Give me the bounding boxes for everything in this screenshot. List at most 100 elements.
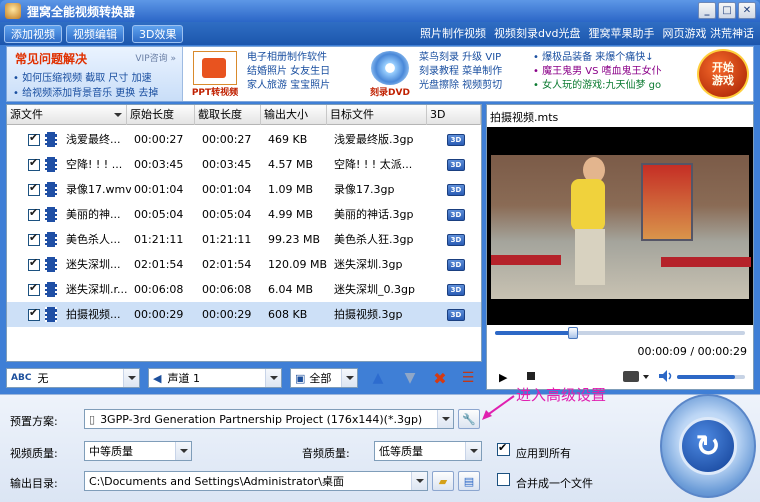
table-row[interactable]: 迷失深圳.r... 00:06:08 00:06:08 6.04 MB 迷失深圳… [7, 277, 481, 302]
stop-icon[interactable] [527, 372, 535, 380]
row-checkbox[interactable] [28, 306, 40, 321]
table-row-selected[interactable]: 拍摄视频... 00:00:29 00:00:29 608 KB 拍摄视频.3g… [7, 302, 481, 327]
chevron-down-icon[interactable] [643, 375, 649, 379]
link-dvd-burn[interactable]: 视频刻录dvd光盘 [494, 25, 580, 41]
faq-link-compress[interactable]: • 如何压缩视频 截取 尺寸 加速 [13, 69, 152, 84]
move-down-icon[interactable]: ▼ [400, 368, 420, 388]
maximize-button[interactable]: □ [718, 2, 736, 19]
seek-thumb[interactable] [567, 327, 578, 339]
target-file[interactable]: 迷失深圳.3gp [331, 252, 431, 277]
seek-bar[interactable] [495, 327, 745, 339]
link-photo-video[interactable]: 照片制作视频 [420, 25, 486, 41]
col-header-output-size[interactable]: 输出大小 [261, 105, 327, 125]
video-screen[interactable] [487, 127, 753, 325]
apply-all-checkbox[interactable] [497, 441, 510, 456]
minimize-button[interactable]: _ [698, 2, 716, 19]
list-controls: ABC 无 ◀ 声道 1 ▣ 全部 ▲ ▼ ✖ ☰ [6, 366, 482, 390]
link-web-game[interactable]: 网页游戏 洪荒神话 [663, 25, 755, 41]
table-row[interactable]: 空降! ! ! ... 00:03:45 00:03:45 4.57 MB 空降… [7, 152, 481, 177]
game-link[interactable]: • 爆极品装备 来爆个痛快↓ [533, 51, 662, 65]
browse-folder-button[interactable]: ▰ [432, 471, 454, 491]
table-row[interactable]: 迷失深圳... 02:01:54 02:01:54 120.09 MB 迷失深圳… [7, 252, 481, 277]
file-list: 源文件 原始长度 截取长度 输出大小 目标文件 3D 浅爱最终... 00:00… [6, 104, 482, 362]
filter-select[interactable]: ▣ 全部 [290, 368, 358, 388]
output-size: 4.99 MB [268, 208, 314, 221]
table-row[interactable]: 录像17.wmv 00:01:04 00:01:04 1.09 MB 录像17.… [7, 177, 481, 202]
output-dir-field[interactable]: C:\Documents and Settings\Administrator\… [84, 471, 428, 491]
volume-icon[interactable] [659, 370, 673, 382]
edit-video-button[interactable]: 视频编辑 [66, 24, 124, 43]
target-file[interactable]: 美色杀人狂.3gp [331, 227, 431, 252]
col-header-source[interactable]: 源文件 [7, 105, 127, 125]
audio-track-select[interactable]: ◀ 声道 1 [148, 368, 282, 388]
target-file[interactable]: 美丽的神话.3gp [331, 202, 431, 227]
col-header-original-length[interactable]: 原始长度 [127, 105, 195, 125]
col-header-cut-length[interactable]: 截取长度 [195, 105, 261, 125]
open-folder-button[interactable]: ▤ [458, 471, 480, 491]
3d-icon[interactable]: 3D [447, 283, 465, 296]
3d-icon[interactable]: 3D [447, 233, 465, 246]
album-link[interactable]: 家人旅游 宝宝照片 [247, 79, 330, 93]
convert-button[interactable]: ↻ [660, 394, 756, 498]
sort-arrow-icon [114, 113, 122, 117]
album-link[interactable]: 电子相册制作软件 [247, 51, 330, 65]
3d-icon[interactable]: 3D [447, 208, 465, 221]
time-readout: 00:00:09 / 00:00:29 [637, 345, 747, 358]
snapshot-camera-icon[interactable] [623, 371, 639, 382]
vip-consult-link[interactable]: VIP咨询 » [135, 51, 176, 64]
audio-quality-select[interactable]: 低等质量 [374, 441, 482, 461]
delete-icon[interactable]: ✖ [430, 368, 450, 388]
subtitle-select[interactable]: ABC 无 [6, 368, 140, 388]
close-button[interactable]: ✕ [738, 2, 756, 19]
col-header-3d[interactable]: 3D [427, 105, 481, 125]
row-checkbox[interactable] [28, 156, 40, 171]
advanced-settings-button[interactable]: 🔧 [458, 409, 480, 429]
chevron-down-icon [341, 369, 357, 387]
preset-select[interactable]: ▯ 3GPP-3rd Generation Partnership Projec… [84, 409, 454, 429]
3d-icon[interactable]: 3D [447, 258, 465, 271]
start-game-button[interactable]: 开始 游戏 [697, 49, 749, 99]
col-header-target-file[interactable]: 目标文件 [327, 105, 427, 125]
game-link[interactable]: • 魔王鬼男 VS 嗜血鬼王女仆 [533, 65, 662, 79]
volume-slider[interactable] [677, 375, 745, 379]
burn-dvd-ad[interactable]: 刻录DVD [363, 49, 417, 99]
person-legs-shape [575, 229, 605, 285]
link-apple-helper[interactable]: 狸窝苹果助手 [589, 25, 655, 41]
target-file[interactable]: 录像17.3gp [331, 177, 431, 202]
burn-link[interactable]: 菜鸟刻录 升级 VIP [419, 51, 502, 65]
album-link[interactable]: 结婚照片 女友生日 [247, 65, 330, 79]
row-checkbox[interactable] [28, 231, 40, 246]
3d-effect-button[interactable]: 3D效果 [132, 24, 184, 43]
burn-link[interactable]: 刻录教程 菜单制作 [419, 65, 502, 79]
row-checkbox[interactable] [28, 256, 40, 271]
3d-icon[interactable]: 3D [447, 133, 465, 146]
faq-link-music[interactable]: • 给视频添加背景音乐 更换 去掉 [13, 84, 158, 99]
merge-checkbox[interactable] [497, 473, 510, 486]
annotation-arrow-icon [482, 395, 515, 420]
video-quality-select[interactable]: 中等质量 [84, 441, 192, 461]
game-link[interactable]: • 女人玩的游戏:九天仙梦 go [533, 79, 662, 93]
table-row[interactable]: 美色杀人... 01:21:11 01:21:11 99.23 MB 美色杀人狂… [7, 227, 481, 252]
row-checkbox[interactable] [28, 206, 40, 221]
target-file[interactable]: 空降! ! ! 太派... [331, 152, 431, 177]
target-file[interactable]: 迷失深圳_0.3gp [331, 277, 431, 302]
target-file[interactable]: 浅爱最终版.3gp [331, 127, 431, 152]
row-checkbox[interactable] [28, 181, 40, 196]
burn-link[interactable]: 光盘擦除 视频剪切 [419, 79, 502, 93]
3d-icon[interactable]: 3D [447, 158, 465, 171]
row-checkbox[interactable] [28, 281, 40, 296]
table-row[interactable]: 美丽的神... 00:05:04 00:05:04 4.99 MB 美丽的神话.… [7, 202, 481, 227]
filter-icon: ▣ [295, 371, 306, 385]
annotation-text: 进入高级设置 [516, 386, 607, 404]
play-icon[interactable]: ▶ [499, 371, 507, 384]
row-checkbox[interactable] [28, 131, 40, 146]
table-row[interactable]: 浅爱最终... 00:00:27 00:00:27 469 KB 浅爱最终版.3… [7, 127, 481, 152]
ppt-to-video-ad[interactable]: PPT转视频 [187, 49, 243, 99]
add-video-button[interactable]: 添加视频 [4, 24, 62, 43]
settings-panel: 预置方案: ▯ 3GPP-3rd Generation Partnership … [0, 394, 760, 502]
move-up-icon[interactable]: ▲ [368, 368, 388, 388]
3d-icon[interactable]: 3D [447, 183, 465, 196]
clear-list-icon[interactable]: ☰ [458, 368, 478, 388]
target-file[interactable]: 拍摄视频.3gp [331, 302, 431, 327]
3d-icon[interactable]: 3D [447, 308, 465, 321]
